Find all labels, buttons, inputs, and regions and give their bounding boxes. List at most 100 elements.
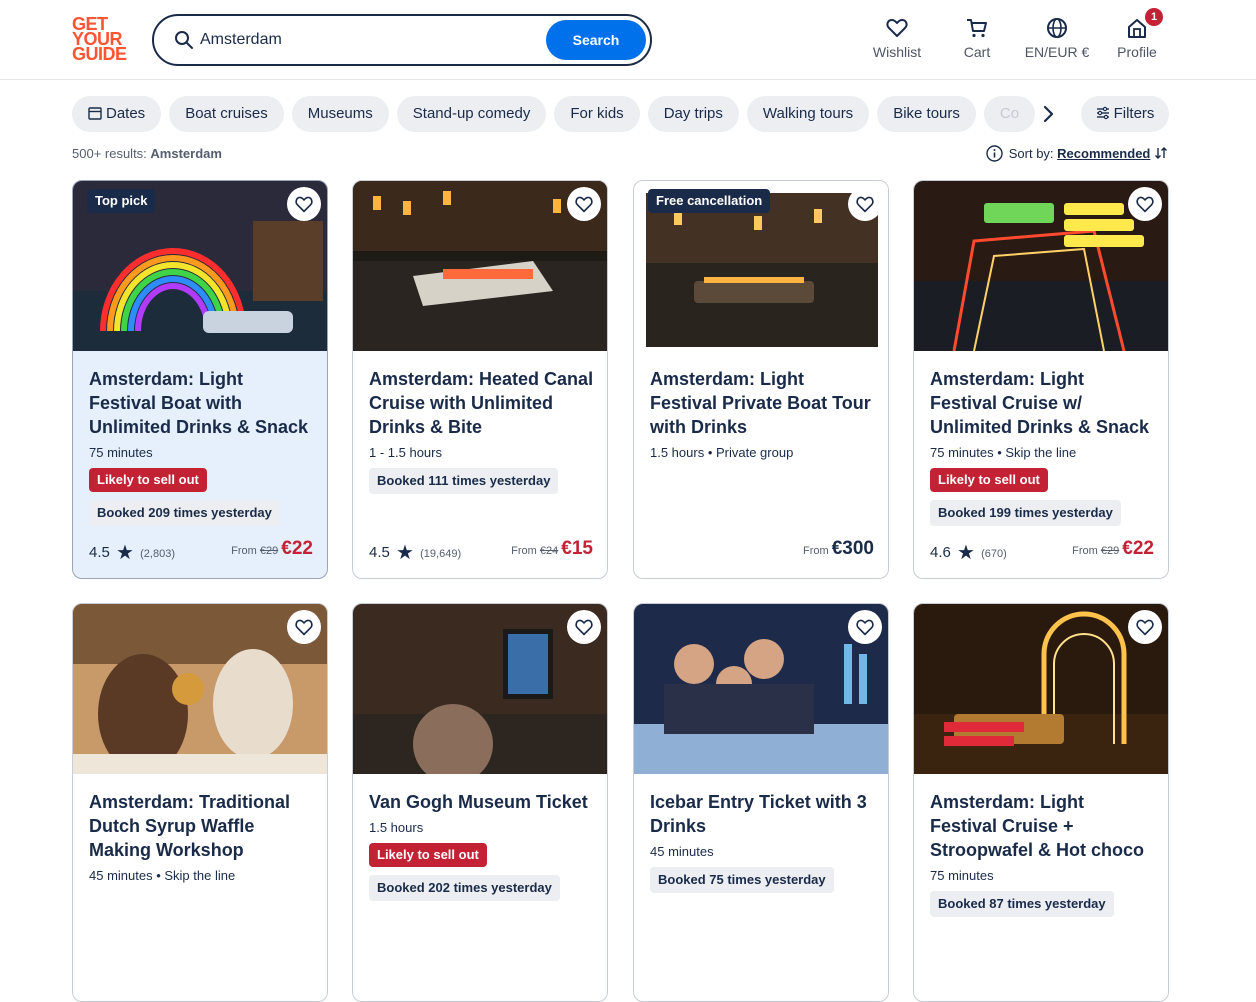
chip-for-kids[interactable]: For kids — [554, 96, 640, 132]
profile-label: Profile — [1117, 44, 1157, 60]
star-icon: ★ — [116, 542, 134, 564]
activity-card[interactable]: Amsterdam: Traditional Dutch Syrup Waffl… — [72, 603, 328, 1002]
logo-line-3: GUIDE — [72, 44, 127, 64]
card-title[interactable]: Amsterdam: Light Festival Cruise + Stroo… — [930, 790, 1156, 862]
wishlist-toggle[interactable] — [287, 610, 321, 644]
card-rating: 4.6 ★ (670) — [930, 540, 1007, 565]
activity-card[interactable]: Amsterdam: Light Festival Cruise + Stroo… — [913, 603, 1169, 1002]
chip-bike-tours[interactable]: Bike tours — [877, 96, 976, 132]
chip-partial[interactable]: Co — [983, 96, 1036, 132]
old-price: €29 — [1100, 545, 1120, 557]
chip-boat-cruises[interactable]: Boat cruises — [169, 96, 284, 132]
search-input[interactable] — [200, 26, 540, 54]
activity-card[interactable]: Icebar Entry Ticket with 3 Drinks 45 min… — [633, 603, 889, 1002]
card-title[interactable]: Amsterdam: Light Festival Private Boat T… — [650, 367, 876, 439]
activity-card[interactable]: Free cancellation Amsterdam: Light Festi… — [633, 180, 889, 579]
sort-arrows-icon — [1155, 147, 1167, 159]
filters-button[interactable]: Filters — [1081, 96, 1169, 132]
getyourguide-logo[interactable]: GET YOUR GUIDE — [72, 15, 130, 64]
card-tag: Top pick — [87, 189, 156, 213]
card-price: From €29 €22 — [231, 538, 313, 560]
wishlist-toggle[interactable] — [1128, 187, 1162, 221]
wishlist-toggle[interactable] — [848, 187, 882, 221]
old-price: €24 — [539, 545, 559, 557]
activity-card[interactable]: Top pick Amsterdam: Light Festival Boat … — [72, 180, 328, 579]
cart-label: Cart — [963, 44, 991, 60]
results-count: 500+ results: — [72, 146, 147, 161]
booked-badge: Booked 199 times yesterday — [930, 500, 1121, 526]
filters-label: Filters — [1113, 105, 1155, 122]
card-body: Icebar Entry Ticket with 3 Drinks 45 min… — [650, 790, 876, 893]
card-body: Amsterdam: Heated Canal Cruise with Unli… — [369, 367, 595, 494]
results-summary: 500+ results: Amsterdam — [72, 146, 222, 161]
cart-icon — [967, 19, 987, 38]
search-button[interactable]: Search — [546, 20, 646, 60]
heart-icon — [856, 196, 874, 213]
price-prefix: From — [231, 545, 257, 557]
chip-museums[interactable]: Museums — [291, 96, 389, 132]
booked-badge: Booked 202 times yesterday — [369, 875, 560, 901]
review-count: (2,803) — [140, 548, 175, 560]
card-duration: 1.5 hours — [369, 820, 424, 835]
activity-card[interactable]: Amsterdam: Light Festival Cruise w/ Unli… — [913, 180, 1169, 579]
wishlist-toggle[interactable] — [567, 187, 601, 221]
card-duration: 75 minutes — [89, 445, 153, 460]
current-price: €300 — [831, 538, 874, 559]
wishlist-toggle[interactable] — [1128, 610, 1162, 644]
booked-badge: Booked 209 times yesterday — [89, 500, 280, 526]
heart-icon — [1136, 196, 1154, 213]
star-icon: ★ — [957, 542, 975, 564]
wishlist-toggle[interactable] — [287, 187, 321, 221]
price-prefix: From — [1072, 545, 1098, 557]
card-title[interactable]: Amsterdam: Light Festival Boat with Unli… — [89, 367, 315, 439]
activity-card[interactable]: Van Gogh Museum Ticket 1.5 hours Likely … — [352, 603, 608, 1002]
card-title[interactable]: Amsterdam: Heated Canal Cruise with Unli… — [369, 367, 595, 439]
heart-icon — [575, 196, 593, 213]
sell-out-badge: Likely to sell out — [930, 468, 1048, 492]
cart-nav-button[interactable]: Cart — [937, 16, 1017, 66]
chip-walking-tours[interactable]: Walking tours — [746, 96, 870, 132]
card-footer: 4.6 ★ (670) From €29 €22 — [930, 536, 1154, 565]
card-duration: 45 minutes • Skip the line — [89, 868, 236, 883]
chip-day-trips[interactable]: Day trips — [647, 96, 739, 132]
card-price: From €300 — [803, 538, 874, 560]
card-rating: 4.5 ★ (19,649) — [369, 540, 461, 565]
current-price: €15 — [561, 538, 593, 559]
profile-nav-button[interactable]: 1 Profile — [1097, 8, 1177, 66]
wishlist-toggle[interactable] — [848, 610, 882, 644]
card-title[interactable]: Icebar Entry Ticket with 3 Drinks — [650, 790, 876, 838]
card-body: Amsterdam: Light Festival Private Boat T… — [650, 367, 876, 460]
price-prefix: From — [511, 545, 537, 557]
top-navigation-bar: GET YOUR GUIDE Search Wishlist Cart EN/E… — [0, 0, 1256, 80]
price-prefix: From — [802, 545, 829, 557]
card-duration: 75 minutes • Skip the line — [930, 445, 1077, 460]
chip-stand-up-comedy[interactable]: Stand-up comedy — [396, 96, 547, 132]
heart-icon — [886, 19, 908, 37]
card-title[interactable]: Amsterdam: Traditional Dutch Syrup Waffl… — [89, 790, 315, 862]
card-rating: 4.5 ★ (2,803) — [89, 540, 175, 565]
heart-icon — [295, 196, 313, 213]
notification-badge: 1 — [1145, 8, 1163, 26]
sort-control[interactable]: Sort by: Recommended — [986, 145, 1168, 162]
sort-value[interactable]: Recommended — [1057, 146, 1150, 161]
card-footer: 4.5 ★ (19,649) From €24 €15 — [369, 536, 593, 565]
heart-icon — [575, 619, 593, 636]
booked-badge: Booked 75 times yesterday — [650, 867, 834, 893]
rating-value: 4.6 — [930, 544, 951, 561]
language-currency-button[interactable]: EN/EUR € — [1017, 16, 1097, 66]
wishlist-nav-button[interactable]: Wishlist — [857, 16, 937, 66]
wishlist-toggle[interactable] — [567, 610, 601, 644]
search-bar: Search — [152, 14, 652, 66]
chip-dates[interactable]: Dates — [72, 96, 162, 132]
rating-value: 4.5 — [369, 544, 390, 561]
rating-value: 4.5 — [89, 544, 110, 561]
card-title[interactable]: Amsterdam: Light Festival Cruise w/ Unli… — [930, 367, 1156, 439]
info-icon[interactable] — [986, 145, 1003, 162]
results-query: Amsterdam — [150, 146, 222, 161]
globe-icon — [1047, 18, 1067, 38]
booked-badge: Booked 111 times yesterday — [369, 468, 559, 494]
card-title[interactable]: Van Gogh Museum Ticket — [369, 790, 595, 814]
chevron-right-icon[interactable] — [1034, 100, 1062, 128]
activity-card[interactable]: Amsterdam: Heated Canal Cruise with Unli… — [352, 180, 608, 579]
card-body: Amsterdam: Light Festival Cruise w/ Unli… — [930, 367, 1156, 526]
